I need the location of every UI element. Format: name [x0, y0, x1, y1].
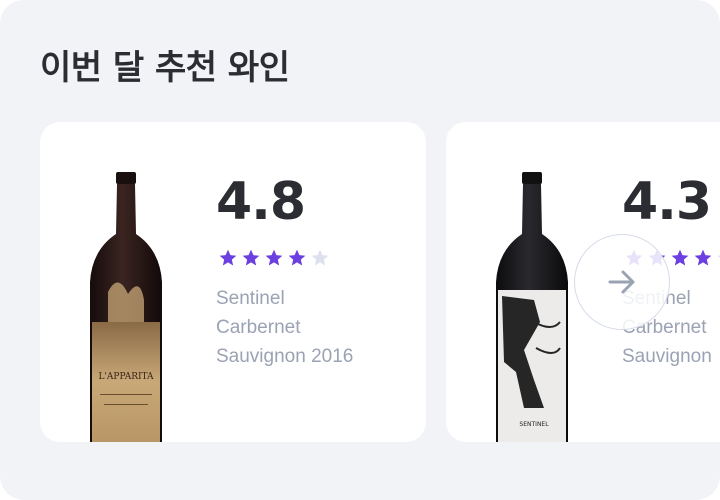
arrow-right-icon: [608, 270, 635, 294]
star-filled-icon: [670, 248, 690, 268]
wine-name-line: Sentinel: [216, 288, 285, 309]
wine-rating: 4.3: [622, 172, 712, 232]
star-filled-icon: [264, 248, 284, 268]
recommended-wines-panel: 이번 달 추천 와인 L'APPARITA 4.8 Sentinel Carbe…: [0, 0, 720, 500]
star-empty-icon: [310, 248, 330, 268]
wine-name-line: Sauvignon: [622, 346, 712, 367]
carousel-next-button[interactable]: [574, 234, 670, 330]
wine-name: Sentinel Carbernet Sauvignon 2016: [216, 284, 416, 371]
star-filled-icon: [218, 248, 238, 268]
wine-rating: 4.8: [216, 172, 306, 232]
wine-name-line: Sauvignon 2016: [216, 346, 354, 367]
star-filled-icon: [241, 248, 261, 268]
section-title: 이번 달 추천 와인: [40, 48, 290, 88]
star-rating: [218, 248, 330, 268]
wine-name-line: Carbernet: [216, 317, 301, 338]
star-filled-icon: [287, 248, 307, 268]
wine-bottle-image: SENTINEL: [496, 172, 568, 442]
bottle-label-text: SENTINEL: [519, 421, 549, 428]
bottle-label-text: L'APPARITA: [98, 372, 154, 382]
wine-card[interactable]: L'APPARITA 4.8 Sentinel Carbernet Sauvig…: [40, 122, 426, 442]
wine-bottle-image: L'APPARITA: [90, 172, 162, 442]
star-empty-icon: [716, 248, 720, 268]
star-filled-icon: [693, 248, 713, 268]
